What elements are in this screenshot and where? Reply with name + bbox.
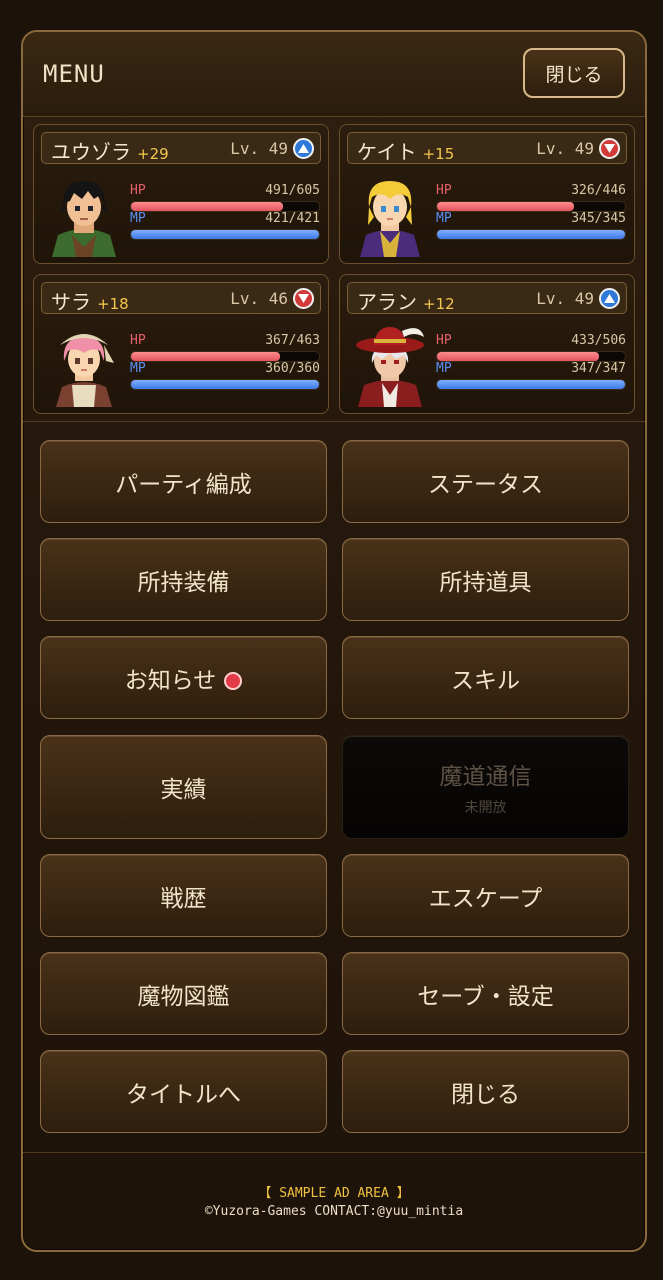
name-bar: サラ +18 Lv. 46: [41, 282, 321, 314]
button-label: 戦歴: [160, 885, 207, 912]
button-label: 所持道具: [439, 569, 532, 596]
hero-portrait-icon: [48, 173, 120, 257]
equipment-button[interactable]: 所持装備: [40, 538, 327, 621]
close-button[interactable]: 閉じる: [342, 1050, 629, 1133]
mp-bar-fill: [131, 230, 319, 239]
level-down-arrow-icon: [599, 138, 620, 159]
pink-hair-portrait-icon: [48, 323, 120, 407]
bestiary-button[interactable]: 魔物図鑑: [40, 952, 327, 1035]
notification-dot-icon: [224, 672, 243, 690]
button-label: 閉じる: [451, 1081, 520, 1108]
mp-value: 345/345: [571, 211, 626, 226]
hp-label: HP: [436, 333, 452, 348]
to-title-button[interactable]: タイトルへ: [40, 1050, 327, 1133]
magic-comm-button: 魔道通信 未開放: [342, 735, 629, 839]
button-label: エスケープ: [428, 885, 543, 912]
achievements-button[interactable]: 実績: [40, 735, 327, 839]
button-label: ステータス: [428, 471, 543, 498]
close-button-top[interactable]: 閉じる: [523, 48, 625, 98]
character-name: アラン: [357, 290, 417, 314]
mp-label: MP: [436, 211, 452, 226]
character-bonus: +15: [422, 145, 455, 163]
character-level: Lv. 49: [230, 139, 288, 158]
mp-bar-fill: [131, 380, 319, 389]
hp-bar-fill: [131, 202, 284, 211]
mp-value: 347/347: [571, 361, 626, 376]
escape-button[interactable]: エスケープ: [342, 854, 629, 937]
mp-bar: [130, 229, 320, 240]
mp-bar-fill: [437, 230, 625, 239]
button-label: スキル: [451, 667, 520, 694]
button-label: お知らせ: [124, 667, 217, 694]
party-card-sara[interactable]: サラ +18 Lv. 46 HP 367/463 MP 360/360: [33, 274, 329, 414]
button-label: 実績: [160, 777, 207, 803]
party-card-keito[interactable]: ケイト +15 Lv. 49 HP 326/446 MP 345/345: [339, 124, 635, 264]
hp-value: 433/506: [571, 333, 626, 348]
hp-label: HP: [130, 183, 146, 198]
mp-value: 421/421: [265, 211, 320, 226]
mp-label: MP: [130, 211, 146, 226]
hp-value: 326/446: [571, 183, 626, 198]
divider: [23, 421, 645, 422]
locked-label: 未開放: [464, 800, 507, 816]
hp-bar-fill: [437, 352, 599, 361]
name-bar: アラン +12 Lv. 49: [347, 282, 627, 314]
button-label: セーブ・設定: [417, 983, 554, 1010]
character-bonus: +29: [137, 145, 169, 163]
hp-bar-fill: [437, 202, 575, 211]
party-list: ユウゾラ +29 Lv. 49 HP 491/605 MP 421/421 ケイ…: [33, 124, 635, 424]
party-card-alan[interactable]: アラン +12 Lv. 49 HP 433/506 MP 347/347: [339, 274, 635, 414]
hp-value: 367/463: [265, 333, 320, 348]
button-label: 魔道通信: [439, 764, 532, 790]
hp-bar-fill: [131, 352, 280, 361]
blonde-mage-portrait-icon: [354, 173, 426, 257]
mp-label: MP: [130, 361, 146, 376]
menu-header: MENU 閉じる: [23, 32, 645, 117]
button-label: タイトルへ: [126, 1081, 241, 1108]
character-bonus: +12: [423, 295, 455, 313]
mp-bar: [436, 229, 626, 240]
skills-button[interactable]: スキル: [342, 636, 629, 719]
divider: [23, 1152, 645, 1153]
character-level: Lv. 49: [536, 139, 594, 158]
character-level: Lv. 46: [230, 289, 288, 308]
copyright-text: ©Yuzora-Games CONTACT:@yuu_mintia: [204, 1204, 464, 1219]
status-button[interactable]: ステータス: [342, 440, 629, 523]
hp-label: HP: [130, 333, 146, 348]
level-up-arrow-icon: [599, 288, 620, 309]
character-name: ユウゾラ: [51, 140, 131, 164]
button-label: パーティ編成: [115, 471, 252, 498]
character-level: Lv. 49: [536, 289, 594, 308]
items-button[interactable]: 所持道具: [342, 538, 629, 621]
ad-area[interactable]: 【 SAMPLE AD AREA 】: [23, 1182, 645, 1201]
character-name: ケイト: [357, 140, 417, 164]
level-up-arrow-icon: [293, 138, 314, 159]
save-settings-button[interactable]: セーブ・設定: [342, 952, 629, 1035]
mp-bar: [436, 379, 626, 390]
party-formation-button[interactable]: パーティ編成: [40, 440, 327, 523]
news-button[interactable]: お知らせ: [40, 636, 327, 719]
mp-value: 360/360: [265, 361, 320, 376]
character-name: サラ: [51, 290, 91, 314]
name-bar: ケイト +15 Lv. 49: [347, 132, 627, 164]
red-hat-swordsman-portrait-icon: [354, 323, 426, 407]
battle-history-button[interactable]: 戦歴: [40, 854, 327, 937]
menu-title: MENU: [43, 60, 105, 88]
hp-label: HP: [436, 183, 452, 198]
party-card-yuuzora[interactable]: ユウゾラ +29 Lv. 49 HP 491/605 MP 421/421: [33, 124, 329, 264]
mp-bar: [130, 379, 320, 390]
mp-bar-fill: [437, 380, 625, 389]
menu-panel: MENU 閉じる ユウゾラ +29 Lv. 49 HP 491/605 MP 4…: [21, 30, 647, 1252]
character-bonus: +18: [97, 295, 129, 313]
name-bar: ユウゾラ +29 Lv. 49: [41, 132, 321, 164]
hp-value: 491/605: [265, 183, 320, 198]
button-label: 所持装備: [137, 569, 230, 596]
level-down-arrow-icon: [293, 288, 314, 309]
button-label: 魔物図鑑: [137, 983, 230, 1010]
mp-label: MP: [436, 361, 452, 376]
